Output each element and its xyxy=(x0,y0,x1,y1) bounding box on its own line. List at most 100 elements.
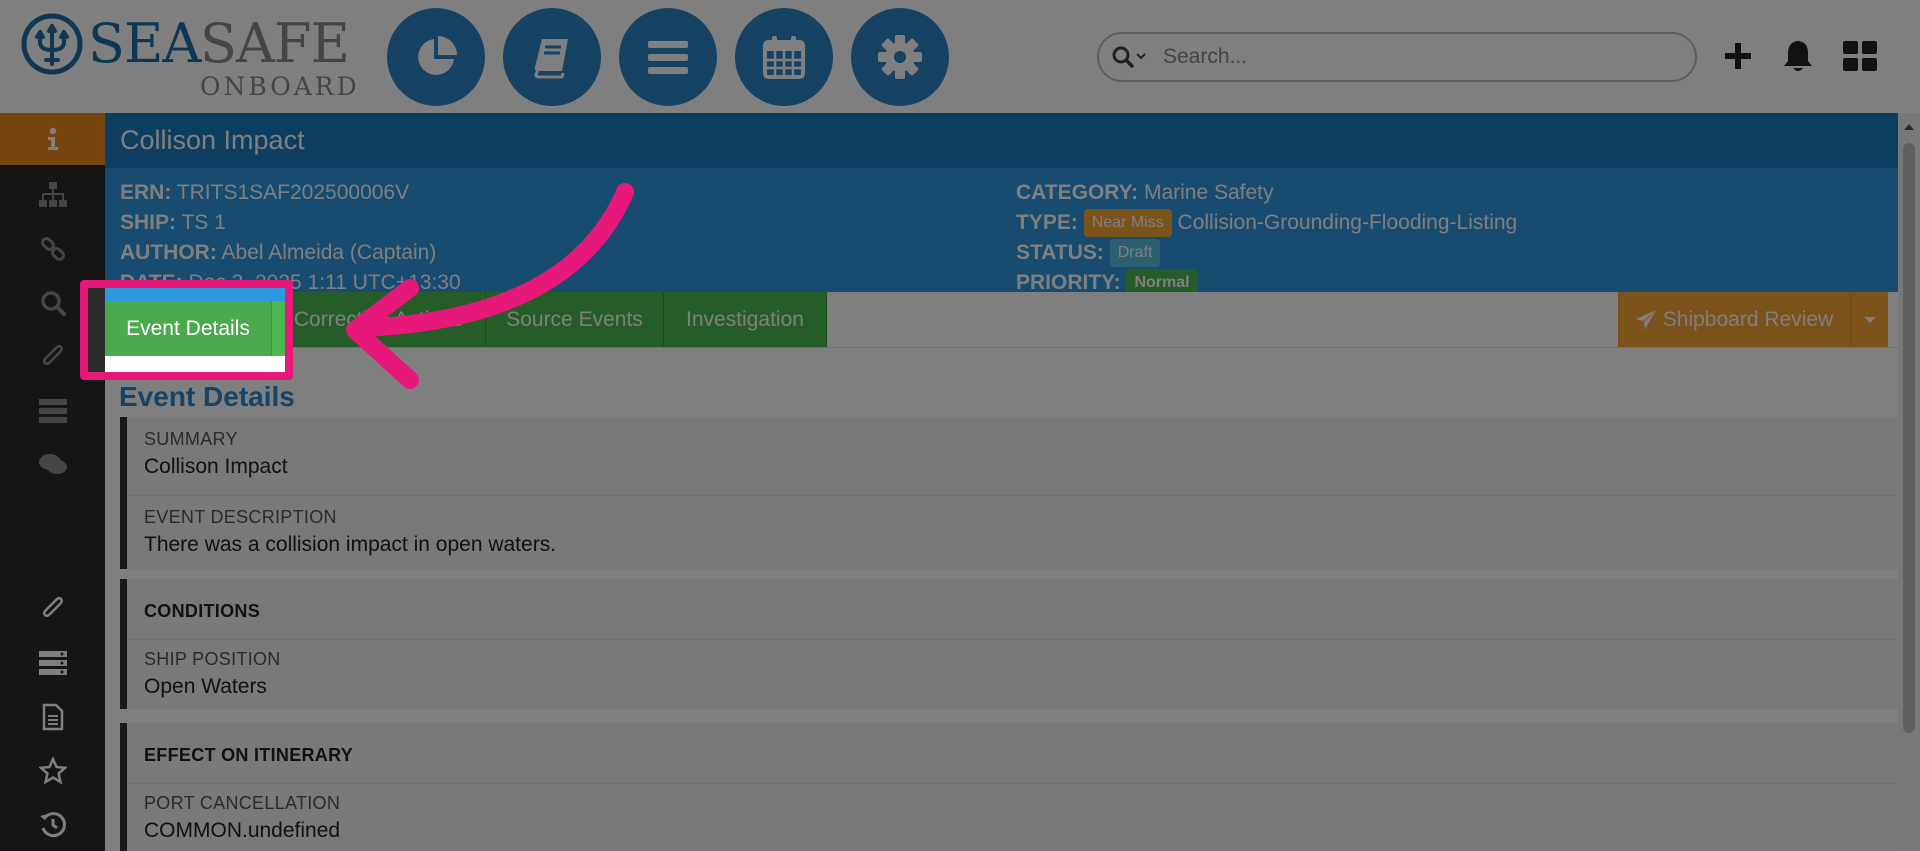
server-icon xyxy=(38,651,67,675)
sidebar-item-documents[interactable] xyxy=(0,691,105,743)
event-tabs: Event Details Corrective Actions Source … xyxy=(105,292,1898,348)
tab-event-details-highlighted[interactable]: Event Details xyxy=(105,301,272,356)
server-icon xyxy=(38,399,67,423)
ship-position-field: SHIP POSITION Open Waters xyxy=(144,649,281,699)
paper-plane-icon xyxy=(1635,309,1656,330)
pie-chart-icon xyxy=(418,36,457,75)
comments-icon xyxy=(38,454,67,474)
ship-position-value: Open Waters xyxy=(144,675,267,698)
star-icon xyxy=(38,757,67,785)
ern-label: ERN: xyxy=(120,181,172,204)
tab-investigation[interactable]: Investigation xyxy=(664,292,827,347)
manuals-button[interactable] xyxy=(503,8,601,106)
search-box[interactable] xyxy=(1097,32,1697,82)
history-icon xyxy=(39,812,66,838)
logo-onboard-text: ONBOARD xyxy=(200,72,360,101)
category-row: CATEGORY: Marine Safety xyxy=(1016,178,1274,208)
sidebar-item-info[interactable] xyxy=(0,113,105,165)
spotlight-meta-edge xyxy=(105,283,290,301)
conditions-heading: CONDITIONS xyxy=(144,601,261,621)
scroll-up-icon[interactable] xyxy=(1898,119,1920,135)
sitemap-icon xyxy=(38,182,67,207)
top-bar: SEA SAFE ONBOARD xyxy=(0,0,1920,113)
tab-source-events[interactable]: Source Events xyxy=(486,292,664,347)
trident-logo-icon xyxy=(21,13,83,75)
spotlight-area: Event Details xyxy=(87,283,290,376)
author-row: AUTHOR: Abel Almeida (Captain) xyxy=(120,238,436,268)
ship-label: SHIP: xyxy=(120,211,177,234)
near-miss-badge: Near Miss xyxy=(1083,209,1172,238)
ship-row: SHIP: TS 1 xyxy=(120,208,226,238)
ern-value: TRITS1SAF202500006V xyxy=(176,181,410,204)
shipboard-review-button[interactable]: Shipboard Review xyxy=(1618,292,1850,347)
spotlight-sidebar-edge xyxy=(87,283,105,376)
divider xyxy=(127,783,1898,784)
summary-field: SUMMARY Collison Impact xyxy=(144,429,288,479)
sidebar-item-attachments-2[interactable] xyxy=(0,583,105,635)
settings-button[interactable] xyxy=(851,8,949,106)
scrollbar[interactable] xyxy=(1898,113,1920,851)
itinerary-panel: EFFECT ON ITINERARY PORT CANCELLATION CO… xyxy=(120,723,1898,851)
port-cancellation-field: PORT CANCELLATION COMMON.undefined xyxy=(144,793,340,843)
status-badge: Draft xyxy=(1109,239,1161,268)
paperclip-icon xyxy=(42,344,63,366)
category-value: Marine Safety xyxy=(1143,181,1274,204)
notifications-button[interactable] xyxy=(1778,36,1818,76)
seasafe-logo[interactable]: SEA SAFE ONBOARD xyxy=(20,10,357,101)
event-meta-panel: ERN: TRITS1SAF202500006V SHIP: TS 1 AUTH… xyxy=(105,168,1898,298)
search-input[interactable] xyxy=(1161,44,1685,70)
status-row: STATUS: Draft xyxy=(1016,238,1161,268)
hamburger-menu-icon xyxy=(648,41,688,74)
calendar-button[interactable] xyxy=(735,8,833,106)
shipboard-review-dropdown[interactable] xyxy=(1850,292,1888,347)
tab-corrective-actions[interactable]: Corrective Actions xyxy=(272,292,486,347)
priority-label: PRIORITY: xyxy=(1016,271,1121,294)
search-icon[interactable] xyxy=(1111,45,1155,69)
left-sidebar xyxy=(0,113,105,851)
summary-label: SUMMARY xyxy=(144,429,238,449)
itinerary-heading: EFFECT ON ITINERARY xyxy=(144,745,354,765)
sidebar-item-favorites[interactable] xyxy=(0,745,105,797)
summary-value: Collison Impact xyxy=(144,455,288,478)
sidebar-item-records[interactable] xyxy=(0,385,105,437)
logo-sea-text: SEA xyxy=(88,12,201,75)
gear-icon xyxy=(878,35,922,79)
type-value: Collision-Grounding-Flooding-Listing xyxy=(1177,211,1518,234)
logo-safe-text: SAFE xyxy=(200,12,350,75)
description-field: EVENT DESCRIPTION There was a collision … xyxy=(144,507,556,557)
grid-icon xyxy=(1843,41,1877,71)
sidebar-item-comments[interactable] xyxy=(0,439,105,491)
info-icon xyxy=(47,127,58,150)
sidebar-item-links[interactable] xyxy=(0,223,105,275)
add-button[interactable] xyxy=(1718,36,1758,76)
category-label: CATEGORY: xyxy=(1016,181,1139,204)
description-label: EVENT DESCRIPTION xyxy=(144,507,337,527)
calendar-icon xyxy=(763,36,805,79)
ern-row: ERN: TRITS1SAF202500006V xyxy=(120,178,409,208)
sidebar-item-history[interactable] xyxy=(0,799,105,851)
ship-position-label: SHIP POSITION xyxy=(144,649,281,669)
sidebar-item-records-2[interactable] xyxy=(0,637,105,689)
event-title: Collison Impact xyxy=(120,125,305,155)
port-cancellation-label: PORT CANCELLATION xyxy=(144,793,341,813)
plus-icon xyxy=(1725,43,1751,69)
book-icon xyxy=(534,39,568,79)
author-label: AUTHOR: xyxy=(120,241,217,264)
sidebar-item-hierarchy[interactable] xyxy=(0,169,105,221)
type-row: TYPE: Near Miss Collision-Grounding-Floo… xyxy=(1016,208,1517,238)
dashboard-button[interactable] xyxy=(387,8,485,106)
description-value: There was a collision impact in open wat… xyxy=(144,533,557,556)
bell-icon xyxy=(1784,41,1812,71)
shipboard-review-label: Shipboard Review xyxy=(1662,307,1834,331)
search-icon xyxy=(40,291,66,316)
author-value: Abel Almeida (Captain) xyxy=(221,241,437,264)
type-label: TYPE: xyxy=(1016,211,1078,234)
link-icon xyxy=(40,237,65,261)
spotlight-next-tab-edge xyxy=(272,301,290,356)
section-title: Event Details xyxy=(119,381,295,412)
caret-down-icon xyxy=(1863,316,1876,323)
menu-button[interactable] xyxy=(619,8,717,106)
apps-button[interactable] xyxy=(1840,36,1880,76)
scrollbar-thumb[interactable] xyxy=(1903,143,1915,733)
paperclip-icon xyxy=(42,596,63,618)
